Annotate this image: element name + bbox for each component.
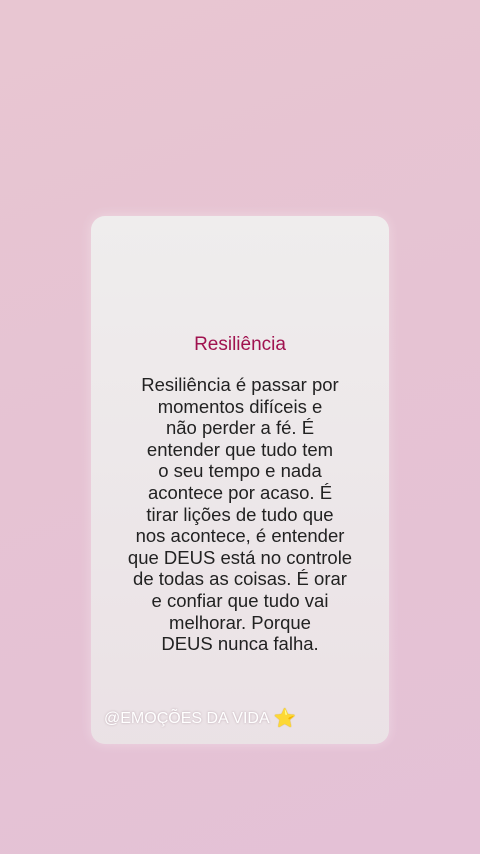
quote-title: Resiliência xyxy=(194,334,286,355)
star-icon: ⭐ xyxy=(273,708,297,728)
author-watermark: @EMOÇÕES DA VIDA ⭐ xyxy=(104,708,296,729)
author-handle: @EMOÇÕES DA VIDA xyxy=(104,709,270,727)
quote-body: Resiliência é passar por momentos difíce… xyxy=(127,374,353,655)
quote-card: Resiliência Resiliência é passar por mom… xyxy=(91,216,389,744)
